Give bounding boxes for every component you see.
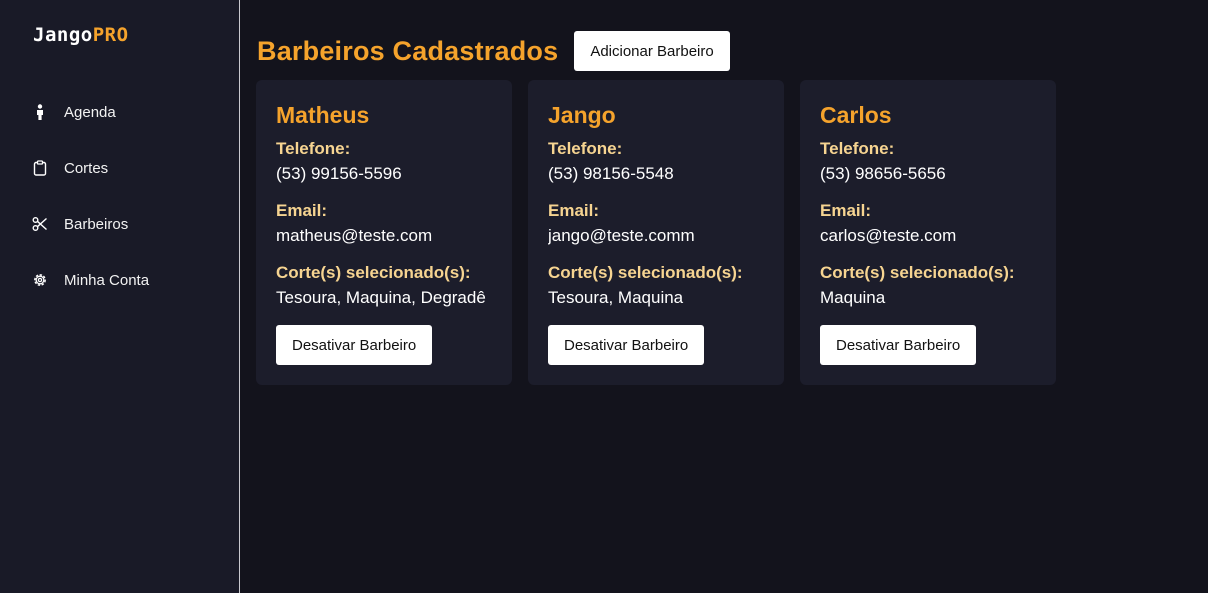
page-title: Barbeiros Cadastrados [257,35,559,66]
logo[interactable]: JangoPRO [33,24,129,46]
app-root: JangoPRO Agenda Cortes Barbeiros Minha C… [0,0,1208,593]
barber-name: Matheus [276,102,370,128]
barber-name: Carlos [820,102,892,128]
sidebar-item-agenda[interactable]: Agenda [0,84,239,140]
cuts-value: Tesoura, Maquina, Degradê [276,288,486,307]
add-barber-button[interactable]: Adicionar Barbeiro [574,31,730,71]
page-header: Barbeiros Cadastrados Adicionar Barbeiro [257,31,730,71]
sidebar-item-barbeiros[interactable]: Barbeiros [0,196,239,252]
deactivate-barber-button[interactable]: Desativar Barbeiro [548,325,705,365]
cuts-value: Maquina [820,288,886,307]
email-value: carlos@teste.com [820,226,957,245]
sidebar-nav: Agenda Cortes Barbeiros Minha Conta [0,84,239,308]
barber-card: Jango Telefone: (53) 98156-5548 Email: j… [528,80,784,385]
logo-text: Jango [33,24,93,46]
logo-accent-text: PRO [92,24,129,46]
sidebar-item-cortes[interactable]: Cortes [0,140,239,196]
person-icon [32,104,48,120]
email-value: matheus@teste.com [276,226,433,245]
barber-card-list: Matheus Telefone: (53) 99156-5596 Email:… [256,80,1056,385]
barber-card: Carlos Telefone: (53) 98656-5656 Email: … [800,80,1056,385]
sidebar-item-label: Minha Conta [64,271,150,289]
barber-card: Matheus Telefone: (53) 99156-5596 Email:… [256,80,512,385]
cuts-label: Corte(s) selecionado(s): [820,263,1015,282]
gear-icon [32,272,48,288]
sidebar-item-label: Barbeiros [64,215,129,233]
phone-value: (53) 98156-5548 [548,164,674,183]
clipboard-icon [32,160,48,176]
sidebar-item-label: Cortes [64,159,109,177]
sidebar: JangoPRO Agenda Cortes Barbeiros Minha C… [0,0,240,593]
phone-label: Telefone: [820,139,895,158]
email-label: Email: [548,201,600,220]
cuts-label: Corte(s) selecionado(s): [276,263,471,282]
cuts-value: Tesoura, Maquina [548,288,684,307]
phone-value: (53) 98656-5656 [820,164,946,183]
cuts-label: Corte(s) selecionado(s): [548,263,743,282]
sidebar-item-label: Agenda [64,103,116,121]
email-label: Email: [276,201,328,220]
email-label: Email: [820,201,872,220]
sidebar-item-minha-conta[interactable]: Minha Conta [0,252,239,308]
deactivate-barber-button[interactable]: Desativar Barbeiro [276,325,433,365]
barber-name: Jango [548,102,616,128]
deactivate-barber-button[interactable]: Desativar Barbeiro [820,325,977,365]
phone-label: Telefone: [276,139,351,158]
phone-value: (53) 99156-5596 [276,164,402,183]
email-value: jango@teste.comm [548,226,695,245]
scissors-icon [32,216,48,232]
phone-label: Telefone: [548,139,623,158]
main-content: Barbeiros Cadastrados Adicionar Barbeiro… [240,0,1208,593]
